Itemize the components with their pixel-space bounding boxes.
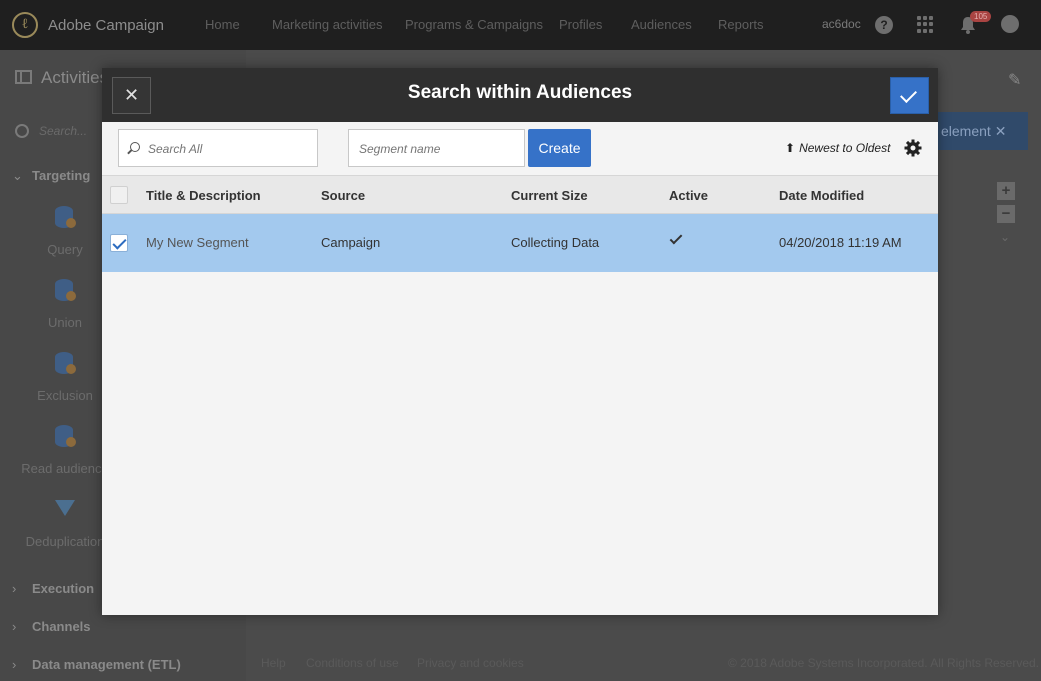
section-channels[interactable]: › Channels (12, 619, 91, 634)
segment-date-modified: 04/20/2018 11:19 AM (779, 235, 902, 250)
footer-help-link[interactable]: Help (261, 656, 286, 670)
row-checkbox[interactable] (110, 234, 128, 252)
search-icon (15, 124, 29, 138)
chevron-right-icon: › (12, 581, 17, 596)
activity-exclusion[interactable]: Exclusion (20, 352, 110, 403)
column-active[interactable]: Active (669, 188, 708, 203)
union-icon (54, 279, 76, 303)
user-name[interactable]: ac6doc (822, 17, 861, 31)
activity-label: Exclusion (37, 388, 93, 403)
confirm-button[interactable] (890, 77, 929, 114)
panel-toggle-icon[interactable] (15, 70, 32, 84)
nav-programs-campaigns[interactable]: Programs & Campaigns (405, 17, 543, 32)
exclusion-icon (54, 352, 76, 376)
table-row[interactable]: My New Segment Campaign Collecting Data … (102, 214, 938, 272)
edit-pencil-icon[interactable]: ✎ (1008, 70, 1021, 90)
activity-label: Union (48, 315, 82, 330)
search-audiences-dialog: ✕ Search within Audiences Create ⬆Newest… (102, 68, 938, 615)
nav-reports[interactable]: Reports (718, 17, 764, 32)
apps-grid-icon[interactable] (917, 16, 934, 33)
activity-deduplication[interactable]: Deduplication (20, 498, 110, 549)
help-icon[interactable]: ? (875, 16, 893, 34)
search-icon (130, 142, 140, 152)
chevron-right-icon: › (12, 657, 17, 672)
zoom-in-icon[interactable]: + (997, 182, 1015, 200)
deduplication-icon (54, 498, 76, 522)
activity-search-input[interactable]: Search... (39, 124, 87, 138)
adobe-campaign-logo[interactable]: ℓ (12, 12, 38, 38)
column-source[interactable]: Source (321, 188, 365, 203)
column-title-description[interactable]: Title & Description (146, 188, 261, 203)
user-avatar[interactable] (1001, 15, 1019, 33)
query-icon (54, 206, 76, 230)
section-targeting[interactable]: ⌄ Targeting (12, 168, 90, 184)
chevron-right-icon: › (12, 619, 17, 634)
add-element-button[interactable]: element ✕ (937, 112, 1028, 150)
section-execution[interactable]: › Execution (12, 581, 94, 596)
nav-marketing-activities[interactable]: Marketing activities (272, 17, 383, 32)
read-audience-icon (54, 425, 76, 449)
create-button[interactable]: Create (528, 129, 591, 167)
column-current-size[interactable]: Current Size (511, 188, 588, 203)
activity-label: Query (47, 242, 83, 257)
search-all-input[interactable] (148, 141, 308, 157)
section-data-management[interactable]: › Data management (ETL) (12, 657, 181, 672)
footer-copyright: © 2018 Adobe Systems Incorporated. All R… (728, 656, 1040, 670)
segment-name-field[interactable] (348, 129, 525, 167)
dialog-toolbar: Create ⬆Newest to Oldest (102, 122, 938, 175)
segment-size: Collecting Data (511, 235, 600, 250)
sort-order-toggle[interactable]: ⬆ Newest to Oldest (785, 141, 890, 155)
segment-name-input[interactable] (359, 141, 514, 157)
nav-home[interactable]: Home (205, 17, 240, 32)
arrow-up-icon: ⬆ (785, 141, 796, 155)
chevron-down-icon[interactable]: ⌄ (1000, 230, 1010, 244)
panel-title: Activities (41, 68, 109, 87)
close-icon: ✕ (994, 123, 1007, 139)
zoom-out-icon[interactable]: − (997, 205, 1015, 223)
activity-query[interactable]: Query (20, 206, 110, 257)
dialog-header: ✕ Search within Audiences (102, 68, 938, 122)
segment-source: Campaign (321, 235, 381, 250)
column-date-modified[interactable]: Date Modified (779, 188, 864, 203)
activity-union[interactable]: Union (20, 279, 110, 330)
chevron-down-icon: ⌄ (12, 168, 23, 183)
activity-label: Deduplication (25, 534, 105, 549)
app-name[interactable]: Adobe Campaign (48, 17, 164, 34)
segment-title[interactable]: My New Segment (146, 235, 249, 250)
table-header: Title & Description Source Current Size … (102, 175, 938, 214)
search-all-field[interactable] (118, 129, 318, 167)
nav-profiles[interactable]: Profiles (559, 17, 602, 32)
active-checkmark-icon (669, 231, 683, 245)
activity-read-audience[interactable]: Read audience (20, 425, 110, 476)
select-all-checkbox[interactable] (110, 186, 128, 204)
gear-icon[interactable] (904, 139, 922, 157)
footer-privacy-link[interactable]: Privacy and cookies (417, 656, 524, 670)
footer-conditions-link[interactable]: Conditions of use (306, 656, 399, 670)
notification-count-badge: 105 (970, 11, 992, 22)
dialog-title: Search within Audiences (407, 82, 633, 103)
activity-label: Read audience (21, 461, 109, 476)
nav-audiences[interactable]: Audiences (631, 17, 692, 32)
